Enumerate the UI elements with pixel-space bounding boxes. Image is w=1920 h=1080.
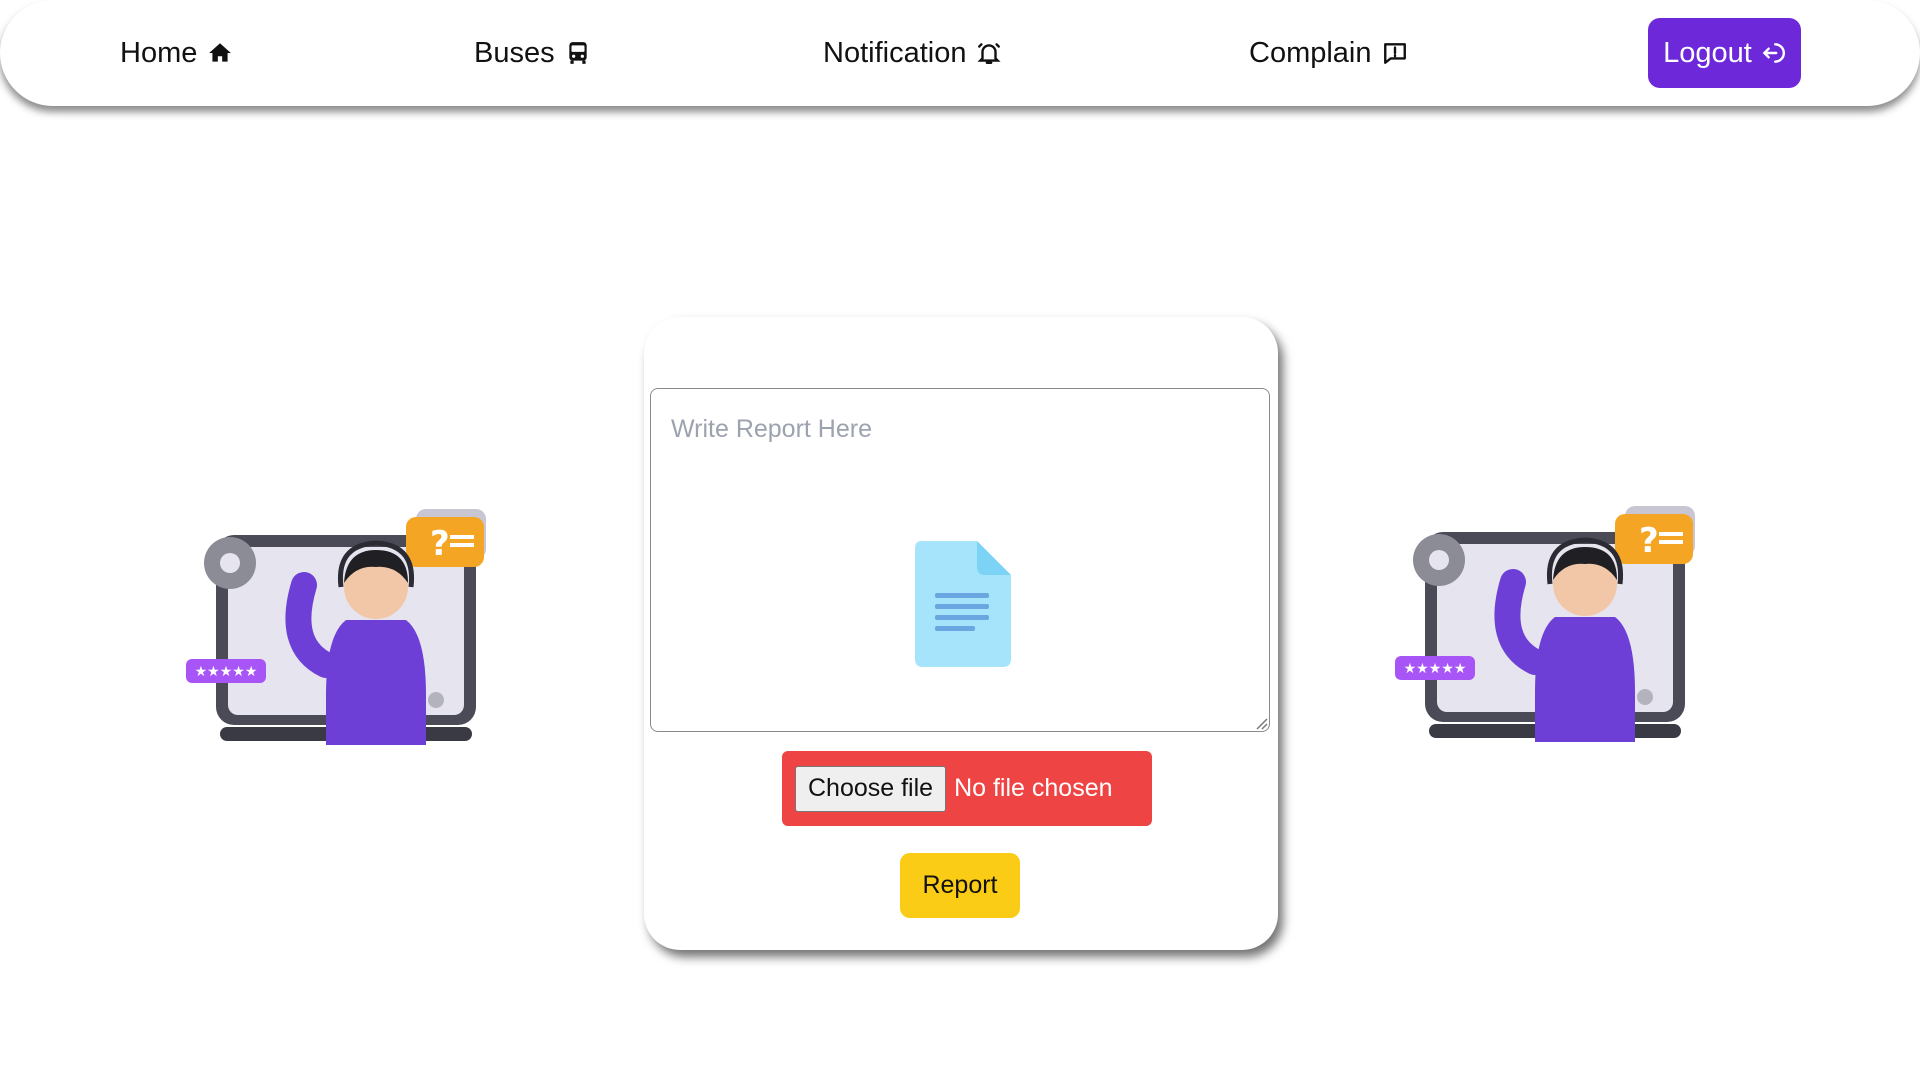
support-agent-illustration-left: ★★★★★ ?: [186, 495, 506, 755]
nav-complain-label: Complain: [1249, 36, 1372, 69]
report-textarea[interactable]: Write Report Here: [650, 388, 1270, 732]
resize-grip-icon[interactable]: [1254, 716, 1268, 730]
choose-file-button[interactable]: Choose file: [795, 765, 947, 812]
nav-home-link[interactable]: Home: [120, 0, 233, 106]
report-submit-button[interactable]: Report: [900, 853, 1020, 918]
nav-buses-label: Buses: [474, 36, 555, 69]
logout-button[interactable]: Logout: [1648, 18, 1801, 88]
home-icon: [207, 40, 233, 66]
svg-text:?: ?: [430, 524, 450, 564]
nav-notification-link[interactable]: Notification: [823, 0, 1002, 106]
nav-buses-link[interactable]: Buses: [474, 0, 591, 106]
report-placeholder: Write Report Here: [671, 415, 872, 443]
nav-notification-label: Notification: [823, 36, 967, 69]
logout-icon: [1760, 40, 1786, 66]
nav-home-label: Home: [120, 36, 198, 69]
svg-text:?: ?: [1639, 521, 1659, 561]
file-status-text: No file chosen: [954, 774, 1113, 802]
file-input[interactable]: Choose file No file chosen: [782, 751, 1152, 826]
chat-alert-icon: [1382, 40, 1408, 66]
svg-text:★★★★★: ★★★★★: [195, 664, 258, 680]
bell-icon: [976, 40, 1002, 66]
bus-icon: [565, 40, 591, 66]
logout-label: Logout: [1663, 36, 1752, 69]
top-navbar: Home Buses Notification Complain Logout: [0, 0, 1920, 106]
document-icon: [915, 541, 1011, 667]
report-form-card: Write Report Here Choose file No file ch…: [644, 317, 1278, 950]
support-agent-illustration-right: ★★★★★ ?: [1395, 492, 1715, 752]
svg-text:★★★★★: ★★★★★: [1404, 661, 1467, 677]
nav-complain-link[interactable]: Complain: [1249, 0, 1408, 106]
